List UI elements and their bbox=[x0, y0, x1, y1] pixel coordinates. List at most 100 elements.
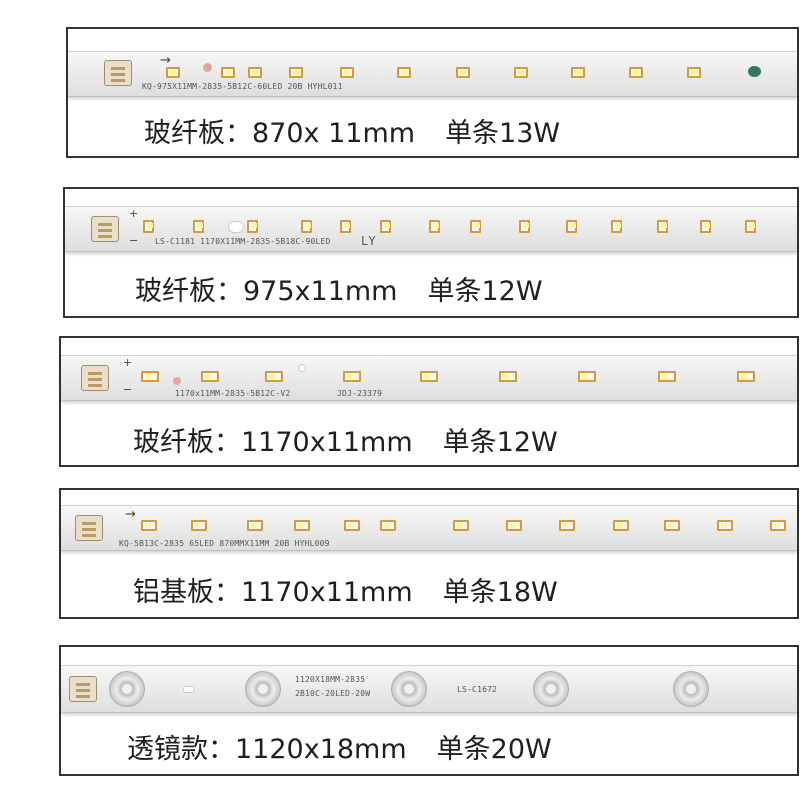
product-label: 玻纤板：1170x11mm 单条12W bbox=[133, 420, 558, 459]
silkscreen-text: KQ-5B13C-2835 65LED 870MMX11MM 20B HYHL0… bbox=[119, 539, 330, 548]
led-chip bbox=[559, 520, 575, 531]
arrow-icon: → bbox=[160, 53, 171, 68]
connector-icon bbox=[91, 216, 119, 242]
product-label: 透镜款：1120x18mm 单条20W bbox=[127, 727, 552, 766]
material-label: 玻纤板： bbox=[133, 427, 241, 458]
led-chip bbox=[166, 67, 180, 78]
led-chip bbox=[717, 520, 733, 531]
led-chip bbox=[193, 220, 204, 233]
mounting-hole bbox=[173, 377, 181, 385]
connector-icon bbox=[81, 365, 109, 391]
silkscreen-text: 1170x11MM-2835-5B12C-V2 bbox=[175, 389, 291, 398]
lens bbox=[673, 671, 709, 707]
led-chip bbox=[470, 220, 481, 233]
connector-icon bbox=[69, 676, 97, 702]
led-chip bbox=[571, 67, 585, 78]
size-label: 870x 11mm bbox=[252, 118, 416, 149]
led-chip bbox=[613, 520, 629, 531]
led-chip bbox=[611, 220, 622, 233]
led-chip bbox=[429, 220, 440, 233]
led-chip bbox=[340, 220, 351, 233]
led-chip bbox=[519, 220, 530, 233]
led-strip-5: 1120X18MM-2835 2B10C-20LED-20W LS-C1672 bbox=[61, 665, 797, 713]
plus-icon: + bbox=[123, 356, 133, 369]
lens bbox=[391, 671, 427, 707]
power-label: 单条20W bbox=[436, 734, 552, 765]
silkscreen-text: LS-C1181 1170X11MM-2835-5B18C-90LED bbox=[155, 237, 331, 246]
led-chip bbox=[514, 67, 528, 78]
component-dot bbox=[748, 66, 761, 77]
size-label: 975x11mm bbox=[243, 276, 398, 307]
mounting-hole bbox=[203, 63, 212, 72]
led-chip bbox=[499, 371, 517, 382]
led-strip-4: → KQ-5B13C-2835 65LED 870MMX11MM 20B HYH… bbox=[61, 505, 797, 551]
led-strip-2: + − LS-C1181 1170X11MM-2835-5B18C-90LED … bbox=[65, 206, 797, 252]
product-card-3: + − 1170x11MM-2835-5B12C-V2 JDJ-23379 玻纤… bbox=[59, 336, 799, 467]
mounting-hole bbox=[298, 364, 306, 372]
led-chip bbox=[506, 520, 522, 531]
product-label: 玻纤板：975x11mm 单条12W bbox=[135, 269, 543, 308]
led-chip bbox=[343, 371, 361, 382]
board-mark: LS-C1672 bbox=[457, 685, 498, 694]
power-label: 单条12W bbox=[427, 276, 543, 307]
led-chip bbox=[265, 371, 283, 382]
led-chip bbox=[248, 67, 262, 78]
power-label: 单条13W bbox=[445, 118, 561, 149]
product-card-1: → KQ-975X11MM-2835-5B12C-60LED 20B HYHL0… bbox=[66, 27, 799, 158]
led-chip bbox=[566, 220, 577, 233]
power-label: 单条18W bbox=[442, 577, 558, 608]
connector-icon bbox=[75, 515, 103, 541]
plus-icon: + bbox=[129, 207, 139, 220]
led-chip bbox=[657, 220, 668, 233]
product-label: 玻纤板：870x 11mm 单条13W bbox=[144, 111, 560, 150]
led-chip bbox=[456, 67, 470, 78]
minus-icon: − bbox=[129, 234, 139, 247]
product-card-4: → KQ-5B13C-2835 65LED 870MMX11MM 20B HYH… bbox=[59, 488, 799, 619]
material-label: 铝基板： bbox=[133, 577, 241, 608]
led-chip bbox=[141, 371, 159, 382]
arrow-icon: → bbox=[125, 507, 136, 522]
led-chip bbox=[380, 520, 396, 531]
led-chip bbox=[578, 371, 596, 382]
led-chip bbox=[344, 520, 360, 531]
size-label: 1170x11mm bbox=[241, 577, 413, 608]
connector-icon bbox=[104, 60, 132, 86]
led-chip bbox=[770, 520, 786, 531]
product-card-2: + − LS-C1181 1170X11MM-2835-5B18C-90LED … bbox=[63, 187, 799, 318]
led-strip-1: → KQ-975X11MM-2835-5B12C-60LED 20B HYHL0… bbox=[68, 51, 797, 97]
led-chip bbox=[247, 520, 263, 531]
mounting-hole bbox=[228, 221, 244, 233]
lens bbox=[245, 671, 281, 707]
led-chip bbox=[737, 371, 755, 382]
material-label: 玻纤板： bbox=[135, 276, 243, 307]
product-label: 铝基板：1170x11mm 单条18W bbox=[133, 570, 558, 609]
led-chip bbox=[294, 520, 310, 531]
size-label: 1170x11mm bbox=[241, 427, 413, 458]
board-mark: JDJ-23379 bbox=[337, 389, 383, 398]
led-chip bbox=[143, 220, 154, 233]
led-chip bbox=[221, 67, 235, 78]
board-mark: LY bbox=[361, 234, 376, 248]
material-label: 玻纤板： bbox=[144, 118, 252, 149]
led-chip bbox=[664, 520, 680, 531]
led-chip bbox=[687, 67, 701, 78]
led-chip bbox=[201, 371, 219, 382]
led-strip-3: + − 1170x11MM-2835-5B12C-V2 JDJ-23379 bbox=[61, 355, 797, 401]
mounting-hole bbox=[183, 686, 195, 693]
led-chip bbox=[301, 220, 312, 233]
led-chip bbox=[700, 220, 711, 233]
lens bbox=[109, 671, 145, 707]
power-label: 单条12W bbox=[442, 427, 558, 458]
silkscreen-text: KQ-975X11MM-2835-5B12C-60LED 20B HYHL011 bbox=[142, 82, 343, 91]
led-chip bbox=[453, 520, 469, 531]
led-chip bbox=[191, 520, 207, 531]
minus-icon: − bbox=[123, 383, 133, 396]
product-card-5: 1120X18MM-2835 2B10C-20LED-20W LS-C1672 … bbox=[59, 645, 799, 776]
lens bbox=[533, 671, 569, 707]
led-chip bbox=[745, 220, 756, 233]
led-chip bbox=[340, 67, 354, 78]
led-chip bbox=[397, 67, 411, 78]
led-chip bbox=[420, 371, 438, 382]
silkscreen-text-2: 2B10C-20LED-20W bbox=[295, 689, 371, 698]
silkscreen-text: 1120X18MM-2835 bbox=[295, 675, 366, 684]
